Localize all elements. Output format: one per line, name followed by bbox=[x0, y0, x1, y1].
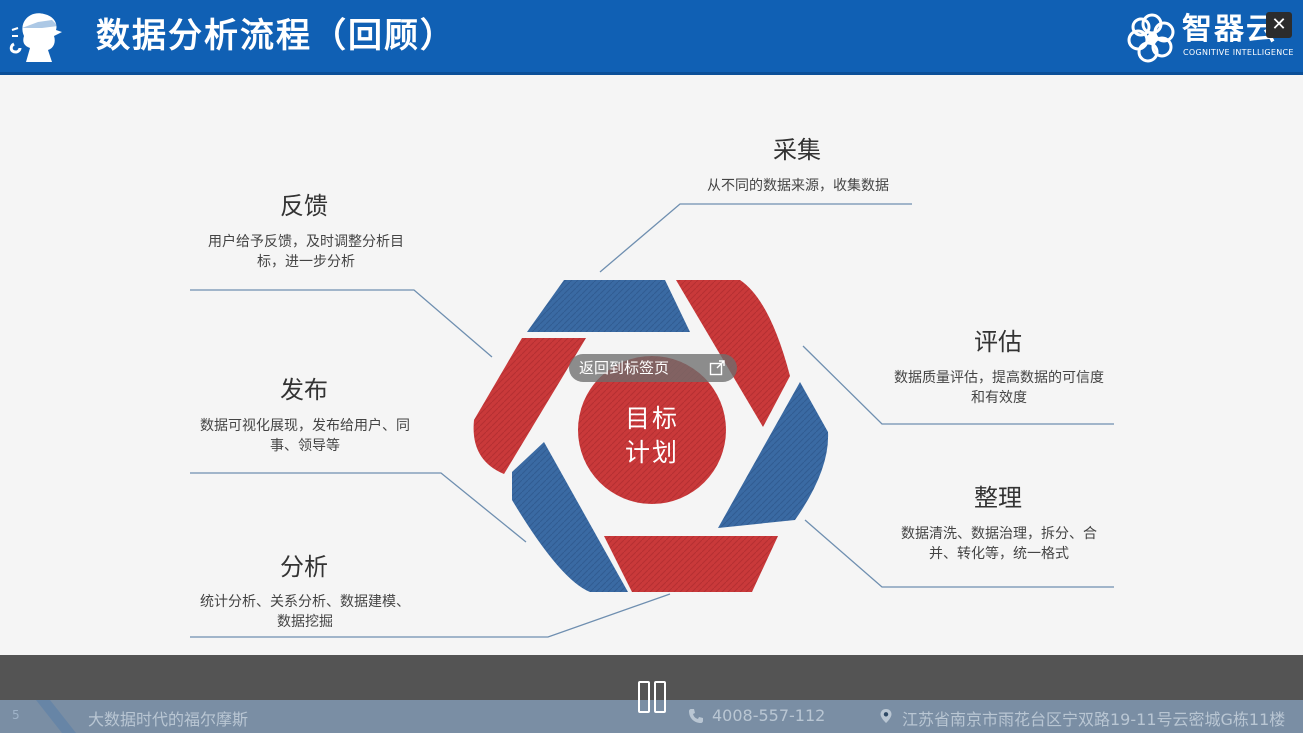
step-title-feedback: 反馈 bbox=[280, 192, 328, 220]
location-pin-icon bbox=[880, 709, 892, 723]
pause-icon bbox=[638, 681, 650, 713]
video-player-bar bbox=[0, 655, 1303, 713]
step-title-organize: 整理 bbox=[974, 484, 1022, 512]
back-to-tab-button[interactable]: 返回到标签页 bbox=[569, 354, 737, 382]
connector-publish bbox=[190, 472, 527, 543]
connector-collect bbox=[599, 203, 912, 273]
step-desc-organize: 数据清洗、数据治理，拆分、合并、转化等，统一格式 bbox=[901, 526, 1097, 562]
external-link-icon bbox=[709, 360, 725, 376]
footer-phone: 4008-557-112 bbox=[712, 706, 826, 725]
footer-slogan: 大数据时代的福尔摩斯 bbox=[88, 710, 249, 729]
step-desc-feedback: 用户给予反馈，及时调整分析目标，进一步分析 bbox=[208, 234, 404, 270]
back-to-tab-label: 返回到标签页 bbox=[579, 359, 670, 377]
slide-viewer: 数据分析流程（回顾） 智器云 COGNITIVE INTELLIGENCE ✕ bbox=[0, 0, 1303, 733]
step-title-analyze: 分析 bbox=[280, 553, 328, 581]
step-title-publish: 发布 bbox=[280, 376, 328, 404]
segment-top-blue bbox=[527, 280, 690, 332]
step-desc-publish: 数据可视化展现，发布给用户、同事、领导等 bbox=[200, 418, 410, 454]
segment-top-left-red bbox=[473, 338, 586, 474]
step-desc-collect: 从不同的数据来源，收集数据 bbox=[707, 177, 889, 194]
footer-address: 江苏省南京市雨花台区宁双路19-11号云密城G栋11楼 bbox=[902, 710, 1286, 729]
pause-icon-bar bbox=[654, 681, 666, 713]
center-label: 目标 计划 bbox=[624, 404, 679, 467]
step-title-collect: 采集 bbox=[773, 136, 821, 164]
phone-icon bbox=[689, 709, 703, 723]
step-title-evaluate: 评估 bbox=[974, 328, 1022, 356]
step-desc-analyze: 统计分析、关系分析、数据建模、数据挖掘 bbox=[200, 594, 410, 630]
footer-stripe-icon bbox=[36, 700, 76, 733]
page-number: 5 bbox=[12, 708, 20, 722]
step-desc-evaluate: 数据质量评估，提高数据的可信度和有效度 bbox=[894, 370, 1104, 406]
connector-feedback bbox=[190, 289, 493, 358]
segment-bottom-red bbox=[604, 536, 778, 592]
pause-button[interactable] bbox=[636, 681, 670, 713]
